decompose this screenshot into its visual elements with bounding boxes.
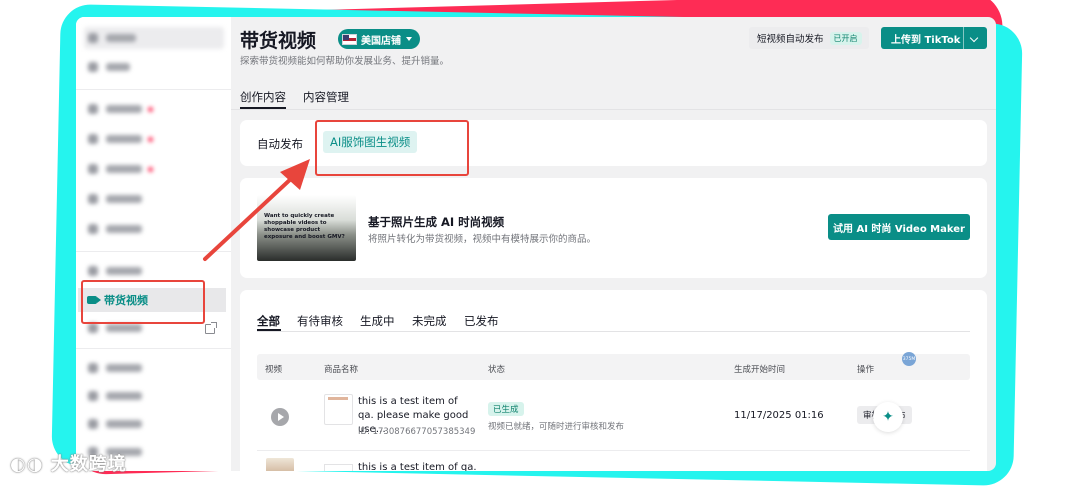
filter-generating[interactable]: 生成中 xyxy=(360,313,395,329)
tab-content-management[interactable]: 内容管理 xyxy=(303,89,349,105)
promo-thumbnail: Want to quickly create shoppable videos … xyxy=(257,195,356,261)
try-ai-video-maker-button[interactable]: 试用 AI 时尚 Video Maker xyxy=(828,214,970,240)
video-list-card xyxy=(240,290,987,471)
store-label: 美国店铺 xyxy=(361,35,401,47)
sidebar-item-blurred[interactable] xyxy=(84,56,224,78)
play-icon[interactable] xyxy=(271,408,289,426)
external-link-icon[interactable] xyxy=(205,322,217,334)
page-subtitle: 探索带货视频能如何帮助你发展业务、提升销量。 xyxy=(240,56,450,67)
promo-title: 基于照片生成 AI 时尚视频 xyxy=(368,215,505,229)
sidebar-item-blurred[interactable] xyxy=(84,357,224,379)
product-name: this is a test item of qa. xyxy=(358,462,477,471)
us-flag-icon xyxy=(342,33,357,45)
filter-all[interactable]: 全部 xyxy=(257,313,280,329)
annotation-highlight-box xyxy=(315,120,469,176)
upload-label: 上传到 TikTok xyxy=(891,34,961,46)
chevron-down-icon[interactable] xyxy=(969,33,979,43)
sidebar-item-blurred[interactable] xyxy=(84,128,224,150)
upload-to-tiktok-button[interactable]: 上传到 TikTok xyxy=(881,27,987,49)
video-thumbnail[interactable] xyxy=(266,458,294,471)
auto-publish-button[interactable]: 短视频自动发布 已开启 xyxy=(749,27,869,49)
status-description: 视频已就绪，可随时进行审核和发布 xyxy=(488,422,625,432)
sidebar-item-blurred[interactable] xyxy=(84,260,224,282)
filter-published[interactable]: 已发布 xyxy=(464,313,499,329)
ai-sparkle-button[interactable]: ✦ xyxy=(873,402,903,432)
avatar[interactable]: 375M xyxy=(902,352,916,366)
filters-divider xyxy=(257,331,970,332)
sidebar-item-blurred[interactable] xyxy=(84,413,224,435)
watermark-logo-icon: ◐◑ xyxy=(10,454,44,475)
product-thumbnail xyxy=(324,464,353,471)
sidebar: 带货视频 xyxy=(76,17,231,471)
tab-create-content[interactable]: 创作内容 xyxy=(240,89,286,105)
column-header-start-time: 生成开始时间 xyxy=(734,365,786,375)
sidebar-item-blurred[interactable] xyxy=(84,385,224,407)
column-header-status: 状态 xyxy=(488,365,506,375)
sidebar-item-blurred[interactable] xyxy=(84,218,224,240)
product-id: ID: 1730876677057385349 xyxy=(358,427,476,437)
sidebar-divider xyxy=(76,89,231,90)
tab-auto-publish[interactable]: 自动发布 xyxy=(257,136,303,152)
watermark: ◐◑ 大数跨境 xyxy=(10,450,127,476)
chevron-down-icon xyxy=(406,37,412,41)
promo-subtitle: 将照片转化为带货视频，视频中有模特展示你的商品。 xyxy=(368,234,597,245)
product-thumbnail xyxy=(324,394,353,425)
status-badge: 已生成 xyxy=(488,402,524,416)
page-title: 带货视频 xyxy=(240,30,317,52)
filter-incomplete[interactable]: 未完成 xyxy=(412,313,447,329)
sidebar-divider xyxy=(76,251,231,252)
sidebar-item-blurred[interactable] xyxy=(84,27,224,49)
sidebar-item-blurred[interactable] xyxy=(84,158,224,180)
watermark-text: 大数跨境 xyxy=(50,454,127,475)
app-window: 带货视频 带货视频 美国店铺 探索带货视频能如何帮助你发展业务、提升销量。 短视… xyxy=(76,17,996,471)
thumbnail-text: Want to quickly create shoppable videos … xyxy=(264,213,345,240)
filter-pending-review[interactable]: 有待审核 xyxy=(297,313,343,329)
sparkle-icon: ✦ xyxy=(882,409,894,425)
button-divider xyxy=(963,27,964,49)
store-selector[interactable]: 美国店铺 xyxy=(338,29,420,49)
column-header-action: 操作 xyxy=(857,365,875,375)
auto-publish-label: 短视频自动发布 xyxy=(757,34,824,45)
status-badge: 已开启 xyxy=(829,31,862,45)
column-header-product-name: 商品名称 xyxy=(324,365,359,375)
row-divider xyxy=(257,450,970,451)
sidebar-divider xyxy=(76,348,231,349)
tabs-divider xyxy=(231,109,996,110)
sidebar-item-blurred[interactable] xyxy=(84,98,224,120)
generation-start-time: 11/17/2025 01:16 xyxy=(734,410,824,421)
column-header-video: 视频 xyxy=(265,365,283,375)
sidebar-item-blurred[interactable] xyxy=(84,188,224,210)
annotation-highlight-box xyxy=(81,280,205,324)
